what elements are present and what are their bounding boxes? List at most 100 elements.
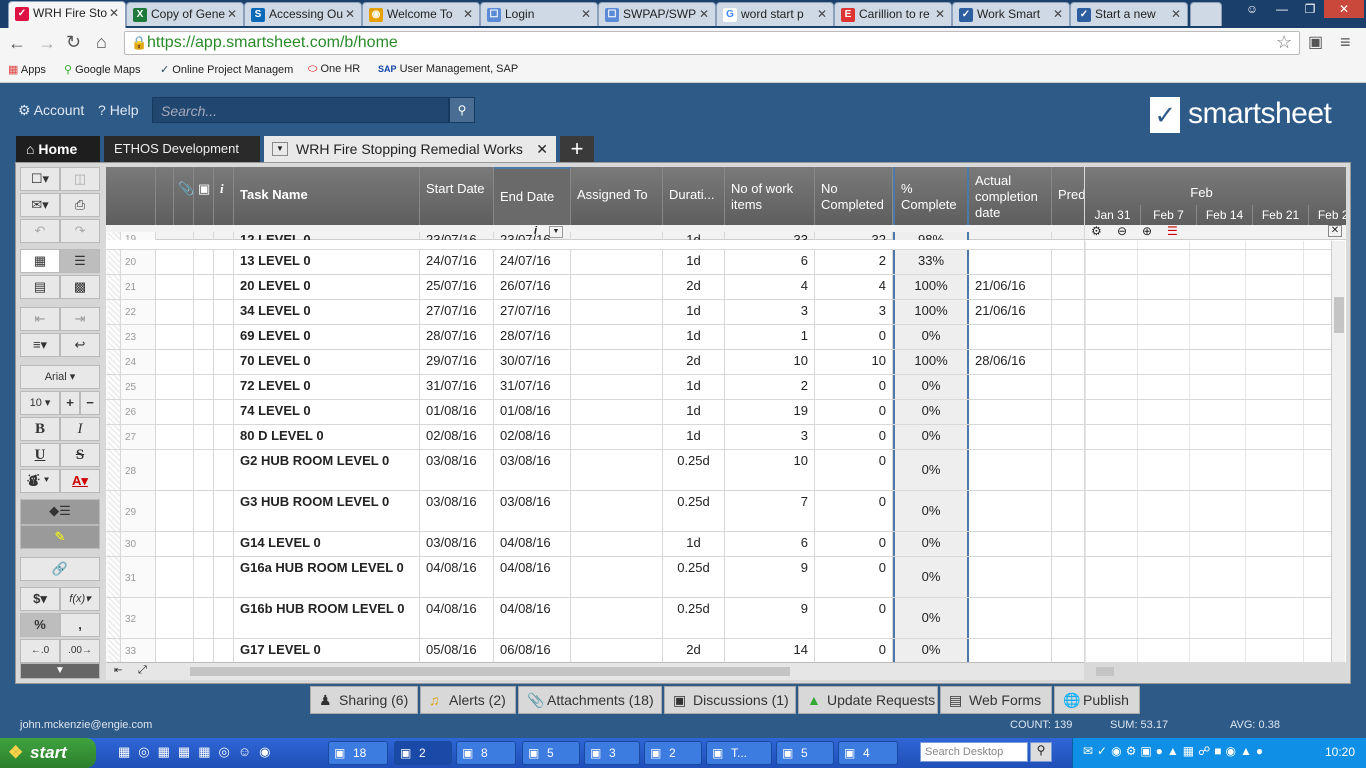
cell-task[interactable]: G16a HUB ROOM LEVEL 0: [234, 557, 420, 597]
cell-done[interactable]: 4: [815, 275, 893, 299]
help-link[interactable]: ? Help: [98, 102, 138, 118]
header-no-completed[interactable]: No Completed: [815, 167, 893, 225]
cell-start[interactable]: 25/07/16: [420, 275, 494, 299]
cell-end[interactable]: 04/08/16: [494, 557, 571, 597]
cell-icon-slot[interactable]: [108, 450, 121, 490]
cell-assigned[interactable]: [571, 557, 663, 597]
cell-pct[interactable]: 0%: [893, 557, 969, 597]
cell-icon-slot[interactable]: [194, 275, 214, 299]
cell-icon-slot[interactable]: [214, 532, 234, 556]
font-size-select[interactable]: 10 ▾: [20, 391, 60, 415]
cell-pct[interactable]: 0%: [893, 450, 969, 490]
gantt-row[interactable]: [1085, 350, 1331, 375]
tab-close-icon[interactable]: ✕: [345, 7, 355, 21]
cell-start[interactable]: 29/07/16: [420, 350, 494, 374]
header-no-of-work-items[interactable]: No of work items: [725, 167, 815, 225]
taskbar-item[interactable]: ▣ 2: [394, 741, 452, 765]
cell-icon-slot[interactable]: [214, 375, 234, 399]
cell-icon-slot[interactable]: [174, 250, 194, 274]
cell-dur[interactable]: 0.25d: [663, 598, 725, 638]
cell-end[interactable]: 28/07/16: [494, 325, 571, 349]
cell-pred[interactable]: [1052, 557, 1084, 597]
tab-ethos-development[interactable]: ETHOS Development: [104, 136, 260, 162]
cell-done[interactable]: 0: [815, 425, 893, 449]
header-duration[interactable]: Durati...: [663, 167, 725, 225]
gantt-row[interactable]: [1085, 375, 1331, 400]
gantt-row[interactable]: [1085, 275, 1331, 300]
search-input[interactable]: Search...: [152, 97, 449, 123]
highlight-changes-icon[interactable]: ✎: [20, 525, 100, 549]
cell-end[interactable]: 31/07/16: [494, 375, 571, 399]
search-button[interactable]: ⚲: [449, 97, 475, 123]
browser-tab[interactable]: Gword start p ✕: [716, 2, 834, 26]
gantt-row[interactable]: [1085, 598, 1331, 639]
cell-items[interactable]: 1: [725, 325, 815, 349]
cell-done[interactable]: 3: [815, 300, 893, 324]
table-row[interactable]: 21 20 LEVEL 0 25/07/16 26/07/16 2d 4 4 100% 21/0…: [106, 275, 1084, 300]
thousands-separator-button[interactable]: ,: [60, 613, 100, 637]
formula-button[interactable]: f(x)▾: [60, 587, 100, 611]
decrease-decimal-button[interactable]: ←.0: [20, 639, 60, 663]
tab-close-icon[interactable]: ✕: [1171, 7, 1181, 21]
cell-icon-slot[interactable]: [174, 300, 194, 324]
cell-assigned[interactable]: [571, 598, 663, 638]
undo-icon[interactable]: ↶: [20, 219, 60, 243]
cell-icon-slot[interactable]: [108, 250, 121, 274]
cell-task[interactable]: 20 LEVEL 0: [234, 275, 420, 299]
cell-dur[interactable]: 2d: [663, 639, 725, 662]
horizontal-scroll-thumb[interactable]: [190, 667, 790, 676]
cell-end[interactable]: 04/08/16: [494, 598, 571, 638]
gantt-row[interactable]: [1085, 425, 1331, 450]
cell-icon-slot[interactable]: [174, 400, 194, 424]
cell-items[interactable]: 4: [725, 275, 815, 299]
browser-tab[interactable]: ✓ WRH Fire Sto ✕: [8, 1, 126, 28]
cell-dur[interactable]: 2d: [663, 275, 725, 299]
toolbar-more-icon[interactable]: ▼: [20, 663, 100, 679]
new-sheet-icon[interactable]: ☐▾: [20, 167, 60, 191]
cell-start[interactable]: 28/07/16: [420, 325, 494, 349]
tab-close-icon[interactable]: ✕: [935, 7, 945, 21]
bookmark-online-project[interactable]: ✓ Online Project Managem: [160, 63, 293, 76]
zoom-out-icon[interactable]: ⊖: [1117, 224, 1127, 238]
cell-dur[interactable]: 1d: [663, 425, 725, 449]
cell-pred[interactable]: [1052, 232, 1084, 240]
cell-icon-slot[interactable]: [108, 275, 121, 299]
taskbar-item[interactable]: ▣ 3: [584, 741, 640, 765]
address-bar[interactable]: 🔒 https://app.smartsheet.com/b/home: [124, 31, 1300, 55]
cell-icon-slot[interactable]: [214, 491, 234, 531]
cell-pct[interactable]: 0%: [893, 639, 969, 662]
cell-items[interactable]: 2: [725, 375, 815, 399]
taskbar-item[interactable]: ▣ 8: [456, 741, 516, 765]
cell-icon-slot[interactable]: [108, 350, 121, 374]
cell-dur[interactable]: 1d: [663, 325, 725, 349]
tab-close-icon[interactable]: ✕: [227, 7, 237, 21]
cell-actual[interactable]: [969, 232, 1052, 240]
cell-pct[interactable]: 100%: [893, 275, 969, 299]
table-row[interactable]: 22 34 LEVEL 0 27/07/16 27/07/16 1d 3 3 100% 21/0…: [106, 300, 1084, 325]
browser-tab[interactable]: ◉ Welcome To ✕: [362, 2, 480, 26]
taskbar-item[interactable]: ▣ T...: [706, 741, 772, 765]
gantt-row[interactable]: [1085, 241, 1331, 250]
cell-dur[interactable]: 1d: [663, 532, 725, 556]
cell-icon-slot[interactable]: [174, 375, 194, 399]
cell-items[interactable]: 6: [725, 250, 815, 274]
cell-pred[interactable]: [1052, 425, 1084, 449]
cell-start[interactable]: 04/08/16: [420, 598, 494, 638]
cell-task[interactable]: 12 LEVEL 0: [234, 232, 420, 240]
font-size-increase-button[interactable]: +: [60, 391, 80, 415]
hyperlink-icon[interactable]: 🔗: [20, 557, 100, 581]
cell-end[interactable]: 01/08/16: [494, 400, 571, 424]
sharing-button[interactable]: ♟ Sharing (6): [310, 686, 418, 714]
browser-tab[interactable]: ✓ Work Smart ✕: [952, 2, 1070, 26]
cell-start[interactable]: 03/08/16: [420, 491, 494, 531]
cell-actual[interactable]: [969, 400, 1052, 424]
cell-pred[interactable]: [1052, 491, 1084, 531]
cell-task[interactable]: G17 LEVEL 0: [234, 639, 420, 662]
cell-icon-slot[interactable]: [194, 250, 214, 274]
close-window-button[interactable]: ✕: [1324, 0, 1364, 18]
cell-actual[interactable]: 21/06/16: [969, 275, 1052, 299]
cell-dur[interactable]: 1d: [663, 375, 725, 399]
browser-tab[interactable]: S Accessing Ou ✕: [244, 2, 362, 26]
cast-icon[interactable]: ▣: [1308, 32, 1323, 52]
taskbar-item[interactable]: ▣ 5: [522, 741, 580, 765]
